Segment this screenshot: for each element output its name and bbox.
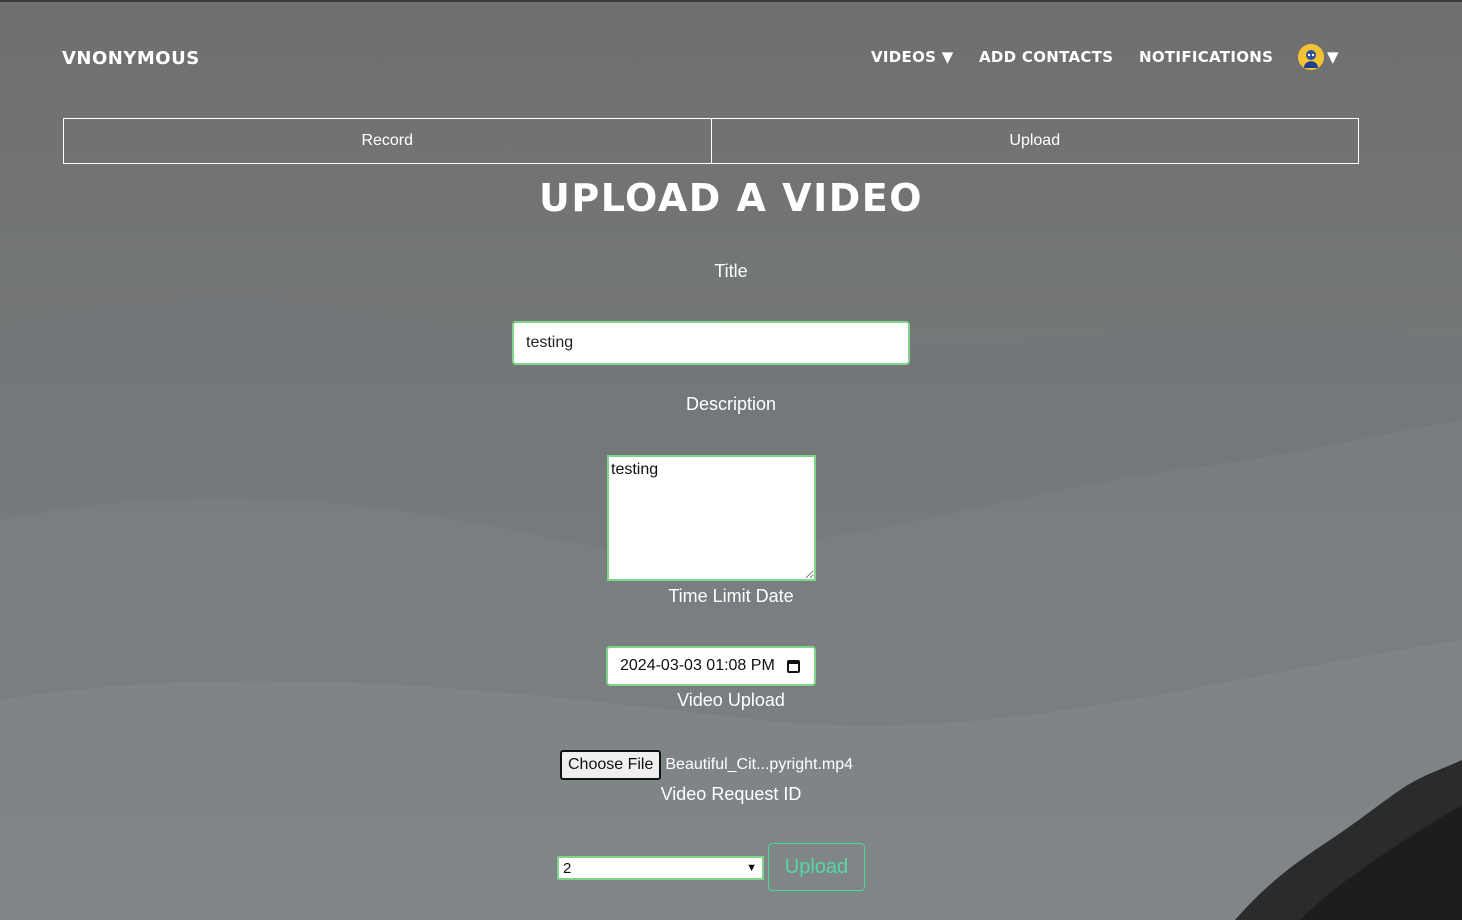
- nav-notifications[interactable]: NOTIFICATIONS: [1139, 48, 1273, 70]
- tab-upload[interactable]: Upload: [710, 118, 1359, 164]
- upload-submit-button[interactable]: Upload: [768, 843, 865, 891]
- nav-add-contacts[interactable]: ADD CONTACTS: [979, 48, 1113, 70]
- choose-file-button[interactable]: Choose File: [560, 750, 662, 780]
- select-value: 2: [563, 859, 572, 877]
- file-input: Choose File Beautiful_Cit...pyright.mp4: [560, 750, 853, 780]
- mode-tabs: Record Upload: [63, 118, 1359, 164]
- date-value: 2024-03-03 01:08 PM: [620, 657, 775, 674]
- title-input[interactable]: [512, 321, 910, 365]
- user-avatar-icon: [1298, 44, 1324, 70]
- selected-file-name: Beautiful_Cit...pyright.mp4: [665, 756, 854, 773]
- chevron-down-icon: ▼: [1327, 48, 1339, 66]
- video-upload-label: Video Upload: [677, 690, 785, 710]
- time-limit-date-input[interactable]: 2024-03-03 01:08 PM: [606, 646, 816, 686]
- title-label: Title: [714, 261, 748, 281]
- user-menu[interactable]: ▼: [1298, 44, 1339, 70]
- calendar-icon[interactable]: [787, 659, 800, 673]
- brand-logo[interactable]: VNONYMOUS: [62, 48, 200, 69]
- chevron-down-icon: ▼: [746, 862, 757, 874]
- page-title: UPLOAD A VIDEO: [538, 176, 924, 220]
- time-limit-label: Time Limit Date: [668, 586, 794, 606]
- description-label: Description: [685, 394, 777, 414]
- description-textarea[interactable]: testing: [607, 455, 816, 581]
- tab-record[interactable]: Record: [63, 118, 712, 164]
- request-id-label: Video Request ID: [660, 784, 802, 804]
- request-id-select[interactable]: 2 ▼: [557, 856, 764, 880]
- nav-videos-dropdown[interactable]: VIDEOS ▼: [871, 48, 954, 70]
